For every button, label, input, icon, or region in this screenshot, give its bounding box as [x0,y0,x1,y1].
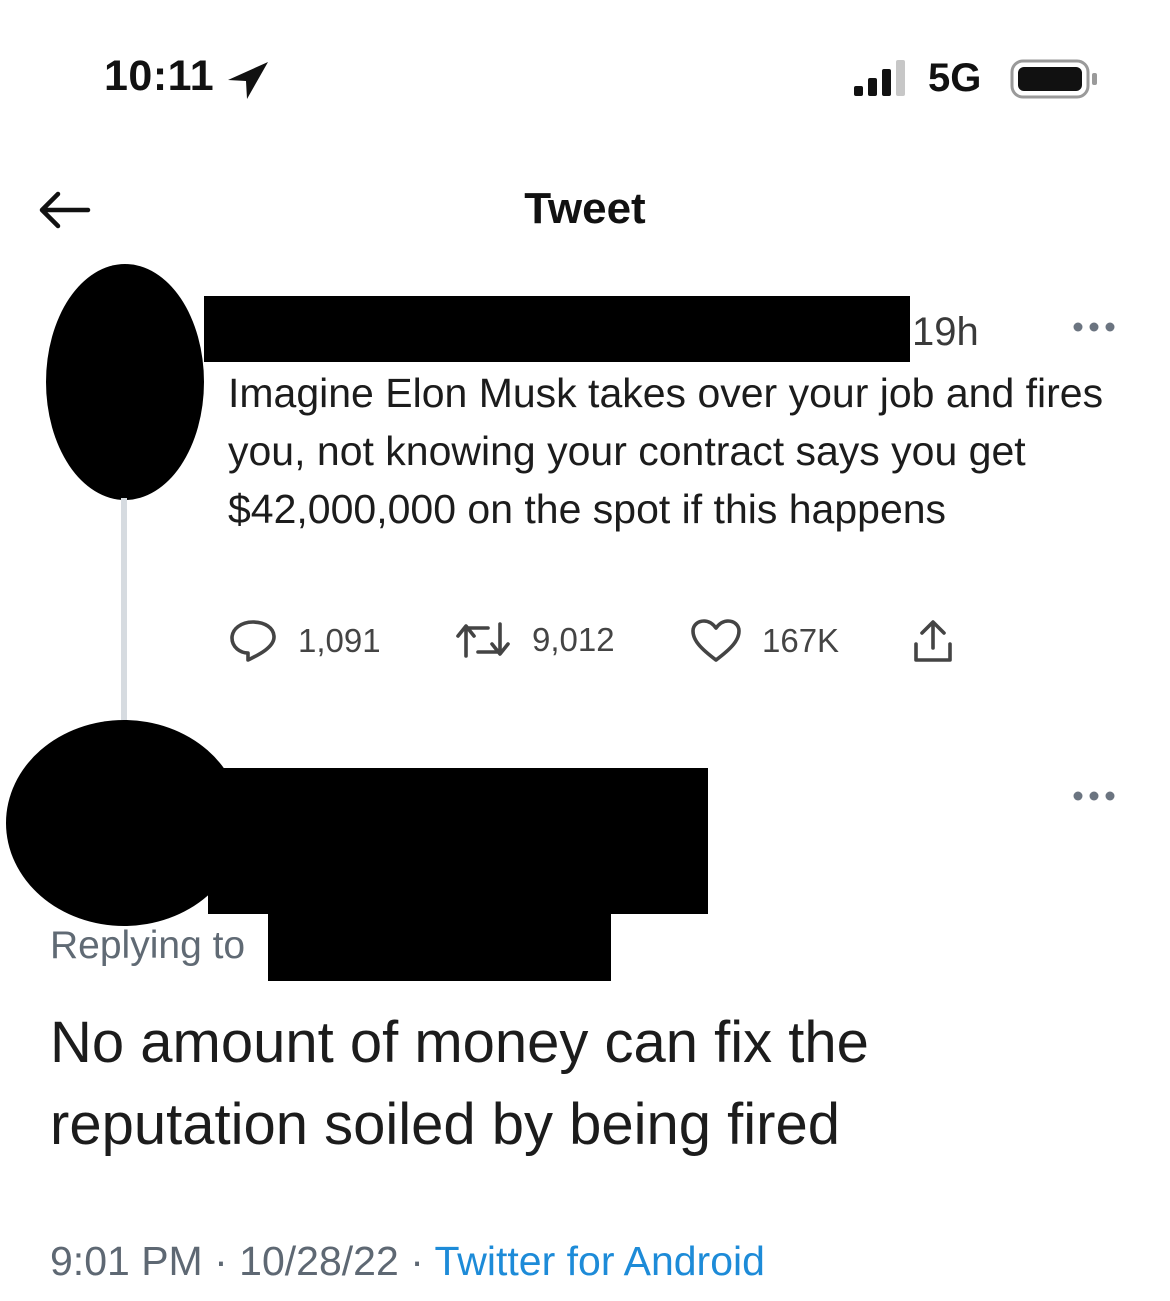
thread-connector [121,498,127,720]
reply-button[interactable]: 1,091 [228,618,381,664]
heart-icon [691,619,741,662]
redacted-handle [268,913,611,981]
battery-icon [1010,59,1097,99]
tweet-date: 10/28/22 [239,1238,399,1284]
retweet-button[interactable]: 9,012 [454,618,615,662]
avatar[interactable] [46,264,204,500]
reply-count: 1,091 [298,622,381,659]
avatar[interactable] [6,720,242,926]
status-time: 10:11 [104,52,215,100]
retweet-icon [456,622,510,658]
tweet-actions: 1,091 9,012 167K [228,618,988,668]
tweet-timestamp[interactable]: 19h [912,310,979,355]
retweet-count: 9,012 [532,621,615,658]
tweet-time: 9:01 PM [50,1238,203,1284]
reply-icon [230,620,276,662]
more-options-icon[interactable] [1072,789,1116,803]
tweet-text: Imagine Elon Musk takes over your job an… [228,370,1104,532]
like-button[interactable]: 167K [690,618,839,664]
signal-icon [854,60,905,96]
source-link[interactable]: Twitter for Android [435,1238,765,1284]
share-icon [914,620,952,662]
redacted-author-name [204,296,910,362]
location-arrow-icon [228,62,268,99]
share-button[interactable] [910,618,956,664]
like-count: 167K [762,622,840,659]
page-title: Tweet [524,184,646,233]
separator: · [410,1238,424,1284]
tweet-meta: 9:01 PM · 10/28/22 · Twitter for Android [50,1238,765,1285]
redacted-author-name [208,768,708,914]
network-type: 5G [928,56,982,100]
reply-text: No amount of money can fix the reputatio… [50,1010,869,1157]
more-options-icon[interactable] [1072,320,1116,334]
separator: · [214,1238,228,1284]
replying-to-label: Replying to [50,924,246,967]
